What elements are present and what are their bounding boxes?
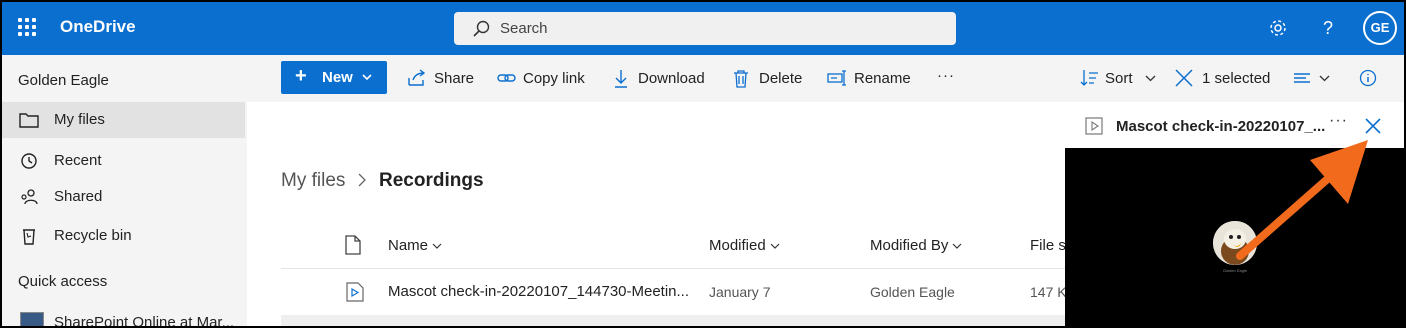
file-size: 147 Kl bbox=[1030, 284, 1065, 300]
chevron-down-icon bbox=[770, 243, 780, 249]
file-modified-by[interactable]: Golden Eagle bbox=[870, 284, 955, 300]
copy-link-button[interactable]: Copy link bbox=[497, 69, 592, 89]
link-icon bbox=[497, 74, 516, 82]
help-icon[interactable]: ? bbox=[1320, 18, 1338, 38]
sort-button[interactable]: Sort bbox=[1079, 69, 1159, 89]
new-button-label: New bbox=[322, 69, 353, 86]
table-row[interactable] bbox=[281, 315, 1065, 326]
new-button[interactable]: + New bbox=[281, 61, 387, 94]
folder-icon bbox=[19, 113, 39, 128]
column-header-modified-by[interactable]: Modified By bbox=[870, 237, 962, 254]
search-icon bbox=[473, 20, 490, 37]
download-label: Download bbox=[638, 70, 705, 87]
rename-icon bbox=[827, 70, 846, 86]
app-launcher-icon[interactable] bbox=[18, 18, 36, 36]
sidebar-item-label: Shared bbox=[54, 188, 103, 205]
chevron-down-icon bbox=[1319, 75, 1330, 82]
site-thumbnail bbox=[20, 312, 44, 326]
column-label: File s bbox=[1030, 237, 1065, 254]
download-button[interactable]: Download bbox=[613, 69, 713, 89]
sort-icon bbox=[1080, 70, 1098, 86]
app-name[interactable]: OneDrive bbox=[60, 17, 136, 37]
quick-access-heading: Quick access bbox=[18, 273, 108, 290]
breadcrumb-root[interactable]: My files bbox=[281, 170, 345, 192]
svg-text:?: ? bbox=[1323, 18, 1333, 38]
chevron-down-icon bbox=[952, 243, 962, 249]
trash-icon bbox=[734, 70, 748, 88]
sidebar-item-my-files[interactable]: My files bbox=[2, 102, 245, 138]
sort-label: Sort bbox=[1105, 70, 1133, 87]
breadcrumb-current: Recordings bbox=[379, 170, 484, 191]
plus-icon: + bbox=[295, 65, 307, 87]
share-label: Share bbox=[434, 70, 475, 87]
chevron-down-icon bbox=[432, 243, 442, 249]
column-header-modified[interactable]: Modified bbox=[709, 237, 780, 254]
list-view-icon bbox=[1294, 73, 1310, 83]
gear-icon[interactable] bbox=[1268, 18, 1288, 38]
details-pane-button[interactable] bbox=[1359, 69, 1379, 89]
preview-more-button[interactable]: ··· bbox=[1329, 112, 1348, 130]
table-row[interactable]: Mascot check-in-20220107_144730-Meetin..… bbox=[281, 269, 1065, 315]
rename-label: Rename bbox=[854, 70, 911, 87]
sidebar-item-label: My files bbox=[54, 111, 105, 128]
share-icon bbox=[408, 69, 426, 86]
rename-button[interactable]: Rename bbox=[827, 69, 912, 89]
sidebar-user-name: Golden Eagle bbox=[18, 72, 109, 89]
sidebar-item-recycle-bin[interactable]: Recycle bin bbox=[2, 218, 245, 254]
sidebar-item-label: Recycle bin bbox=[54, 227, 132, 244]
avatar[interactable]: GE bbox=[1363, 11, 1397, 45]
copy-link-label: Copy link bbox=[523, 70, 585, 87]
column-label: Modified bbox=[709, 237, 766, 254]
file-type-header-icon[interactable] bbox=[345, 235, 361, 255]
onedrive-window: OneDrive Search ? GE Golden Eagle My fil… bbox=[0, 0, 1406, 328]
selected-count: 1 selected bbox=[1202, 70, 1271, 87]
column-header-name[interactable]: Name bbox=[388, 237, 442, 254]
sidebar-item-recent[interactable]: Recent bbox=[2, 143, 245, 179]
file-name[interactable]: Mascot check-in-20220107_144730-Meetin..… bbox=[388, 283, 689, 300]
more-commands-button[interactable]: ··· bbox=[937, 67, 961, 89]
file-modified: January 7 bbox=[709, 284, 771, 300]
column-header-file-size[interactable]: File s bbox=[1030, 237, 1065, 254]
delete-button[interactable]: Delete bbox=[733, 69, 808, 89]
sidebar-item-shared[interactable]: Shared bbox=[2, 179, 245, 215]
close-icon bbox=[1175, 69, 1193, 87]
top-bar: OneDrive Search ? GE bbox=[2, 2, 1404, 55]
column-label: Name bbox=[388, 237, 429, 254]
info-icon bbox=[1359, 69, 1377, 87]
chevron-down-icon bbox=[362, 74, 372, 81]
people-icon bbox=[21, 189, 38, 205]
sidebar-item-sharepoint[interactable]: SharePoint Online at Mar... bbox=[2, 308, 245, 328]
trash-icon bbox=[23, 229, 35, 245]
view-options-button[interactable] bbox=[1293, 69, 1333, 89]
clear-selection-button[interactable]: 1 selected bbox=[1175, 69, 1275, 89]
column-label: Modified By bbox=[870, 237, 949, 254]
search-placeholder: Search bbox=[500, 20, 548, 37]
video-file-icon bbox=[1085, 117, 1103, 135]
video-file-icon bbox=[346, 282, 364, 302]
chevron-down-icon bbox=[1145, 75, 1156, 82]
chevron-right-icon bbox=[358, 173, 366, 187]
share-button[interactable]: Share bbox=[407, 69, 477, 89]
more-icon: ··· bbox=[937, 67, 955, 84]
delete-label: Delete bbox=[759, 70, 803, 87]
sidebar: Golden Eagle My files Recent Shared Recy… bbox=[2, 55, 247, 328]
clock-icon bbox=[21, 153, 37, 169]
sidebar-item-label: Recent bbox=[54, 152, 102, 169]
download-icon bbox=[615, 70, 627, 88]
sidebar-item-label: SharePoint Online at Mar... bbox=[54, 314, 235, 328]
command-bar: + New Share Copy link Download Delete Re… bbox=[247, 55, 1404, 102]
annotation-arrow bbox=[1236, 140, 1368, 260]
search-box[interactable]: Search bbox=[454, 12, 956, 45]
